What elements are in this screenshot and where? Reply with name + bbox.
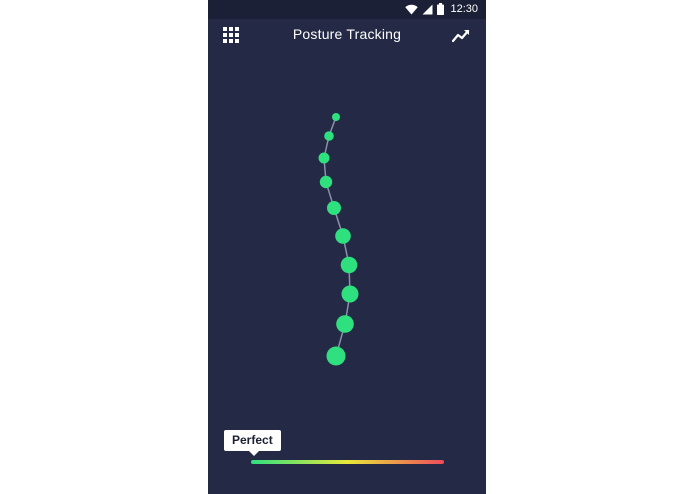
posture-quality-bar (251, 460, 444, 464)
vertebra-dot (335, 228, 351, 244)
vertebra-dot (332, 113, 340, 121)
vertebra-dot (326, 346, 346, 366)
vertebra-dot (324, 131, 334, 141)
spine-visualization (318, 113, 359, 366)
vertebra-dot (327, 201, 341, 215)
phone-screen: 12:30 Posture Tracking Perfect (208, 0, 486, 494)
posture-status-tooltip: Perfect (224, 430, 281, 451)
vertebra-dot (318, 152, 330, 164)
vertebra-dot (341, 285, 359, 303)
vertebra-dot (340, 256, 358, 274)
vertebra-dot (319, 175, 333, 189)
tooltip-pointer (249, 451, 259, 456)
vertebra-dot (336, 315, 354, 333)
